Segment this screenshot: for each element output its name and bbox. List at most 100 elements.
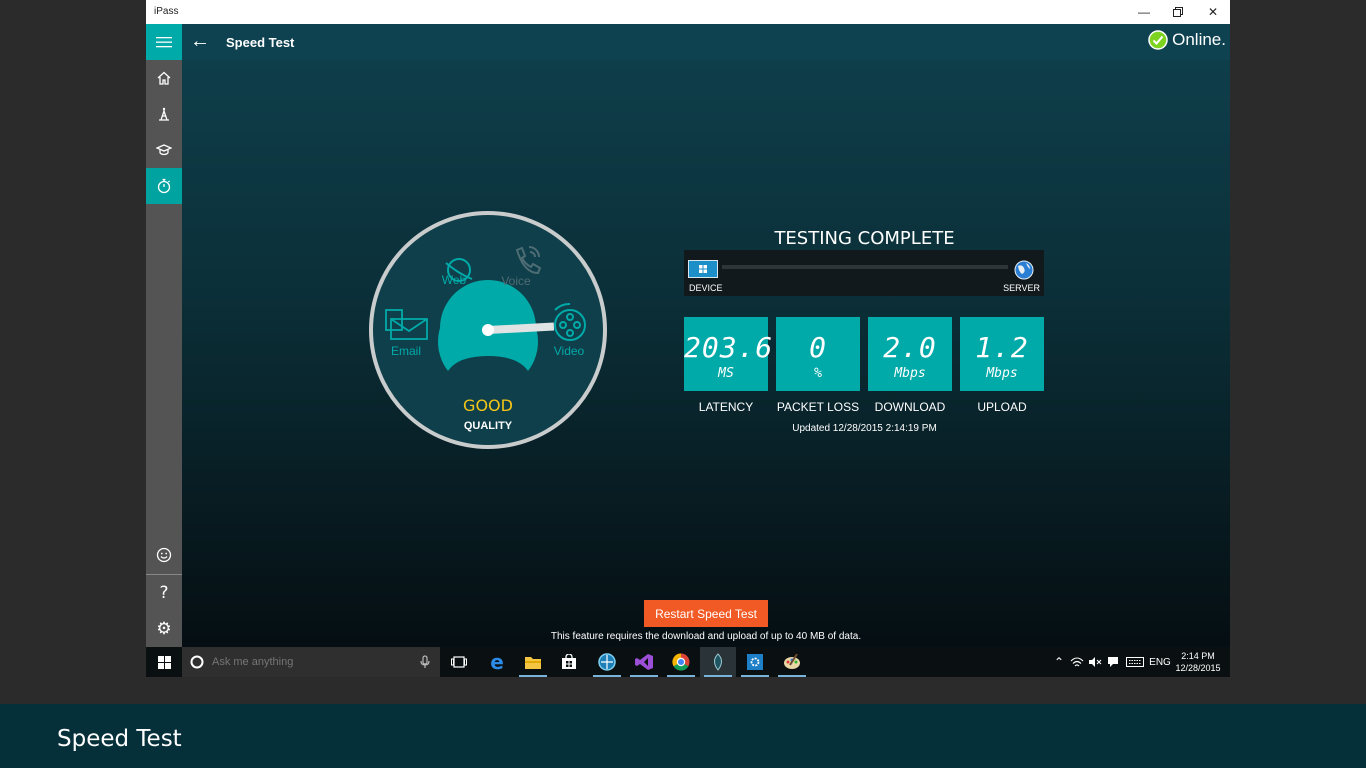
metric-tile-download: 2.0 Mbps: [868, 317, 952, 391]
gear-icon: ⚙: [156, 619, 172, 639]
touch-keyboard-button[interactable]: [1124, 647, 1146, 677]
taskbar-app-file-explorer[interactable]: [515, 647, 551, 677]
tower-icon: [159, 107, 169, 121]
taskbar-app-settings[interactable]: [737, 647, 773, 677]
cortana-circle-icon: [190, 655, 204, 669]
test-status-heading: TESTING COMPLETE: [774, 228, 955, 249]
quality-rating: GOOD: [463, 396, 513, 415]
metric-tile-latency: 203.6 MS: [684, 317, 774, 391]
metric-tile-packet-loss: 0 %: [776, 317, 860, 391]
connection-path: DEVICE SERVER: [684, 250, 1044, 296]
windows-logo-icon: [157, 655, 171, 669]
app-window: iPass — ✕ ← Speed Test Online. ? ⚙ Web V…: [146, 0, 1230, 677]
system-clock[interactable]: 2:14 PM 12/28/2015: [1172, 650, 1224, 674]
taskbar-app-edge[interactable]: e: [479, 647, 515, 677]
keyboard-icon: [1126, 657, 1144, 667]
packet-loss-label: PACKET LOSS: [776, 400, 860, 414]
visual-studio-icon: [635, 654, 653, 670]
notification-icon: [1108, 657, 1118, 667]
category-email-label: Email: [390, 344, 421, 358]
menu-button[interactable]: [146, 24, 182, 60]
category-video-label: Video: [553, 344, 585, 358]
edge-icon: e: [490, 650, 504, 674]
restore-icon: [1173, 7, 1183, 17]
close-button[interactable]: ✕: [1196, 0, 1230, 24]
upload-label: UPLOAD: [977, 400, 1027, 414]
language-text: ENG: [1149, 656, 1171, 668]
restore-button[interactable]: [1161, 0, 1195, 24]
wifi-icon: [1070, 657, 1084, 667]
network-globe-icon: [598, 653, 616, 671]
latency-unit: MS: [718, 366, 734, 381]
latency-value: 203.6: [684, 331, 774, 364]
action-center-button[interactable]: [1105, 647, 1121, 677]
window-title: iPass: [154, 6, 179, 17]
show-hidden-icons-button[interactable]: ⌃: [1051, 647, 1067, 677]
sidebar-item-learn[interactable]: [146, 132, 182, 168]
sidebar-item-help[interactable]: ?: [146, 575, 182, 611]
sidebar-item-settings[interactable]: ⚙: [146, 611, 182, 647]
search-input[interactable]: [212, 647, 412, 677]
sidebar-item-feedback[interactable]: [146, 537, 182, 573]
category-voice-label: Voice: [501, 274, 531, 288]
chrome-icon: [672, 653, 690, 671]
device-label: DEVICE: [689, 283, 723, 293]
minimize-button[interactable]: —: [1127, 0, 1161, 24]
taskbar-app-store[interactable]: [551, 647, 587, 677]
restart-speed-test-button[interactable]: Restart Speed Test: [644, 600, 768, 627]
wifi-status-button[interactable]: [1069, 647, 1085, 677]
folder-icon: [525, 657, 541, 669]
title-bar: iPass — ✕: [146, 0, 1230, 24]
metric-tile-upload: 1.2 Mbps: [960, 317, 1044, 391]
taskbar-app-chrome[interactable]: [663, 647, 699, 677]
task-view-button[interactable]: [441, 647, 477, 677]
category-web-label: Web: [441, 273, 467, 287]
caption-bar: [0, 704, 1366, 768]
chevron-up-icon: ⌃: [1053, 655, 1065, 669]
settings-gear-app-icon: [747, 654, 763, 670]
taskbar-app-network[interactable]: [589, 647, 625, 677]
server-label: SERVER: [1003, 283, 1040, 293]
paint-palette-icon: [784, 654, 800, 669]
taskbar-app-ipass[interactable]: [700, 647, 736, 677]
sidebar-item-speed-test[interactable]: [146, 168, 182, 204]
main-content: Web Voice Email Video GOOD QUALITY TESTI…: [182, 60, 1230, 647]
download-value: 2.0: [883, 331, 937, 364]
download-unit: Mbps: [894, 366, 926, 381]
input-language-button[interactable]: ENG: [1148, 647, 1172, 677]
clock-date: 12/28/2015: [1175, 663, 1221, 673]
volume-button[interactable]: [1087, 647, 1103, 677]
quality-label: QUALITY: [463, 420, 513, 432]
store-bag-icon: [562, 654, 576, 669]
quality-gauge: Web Voice Email Video GOOD QUALITY: [368, 210, 608, 450]
page-title: Speed Test: [226, 35, 295, 50]
latency-label: LATENCY: [698, 400, 754, 414]
start-button[interactable]: [146, 647, 182, 677]
download-label: DOWNLOAD: [874, 400, 946, 414]
close-icon: ✕: [1207, 5, 1219, 19]
upload-value: 1.2: [975, 331, 1029, 364]
cortana-search-box[interactable]: [182, 647, 440, 677]
taskbar-app-visual-studio[interactable]: [626, 647, 662, 677]
sidebar-item-hotspots[interactable]: [146, 96, 182, 132]
check-circle-icon: [1148, 30, 1168, 50]
microphone-icon[interactable]: [420, 655, 430, 669]
ipass-leaf-icon: [714, 653, 722, 671]
packet-loss-unit: %: [814, 366, 822, 381]
status-text: Online.: [1172, 30, 1226, 49]
connection-status: Online.: [1148, 30, 1226, 50]
updated-timestamp: Updated 12/28/2015 2:14:19 PM: [792, 423, 937, 434]
taskbar: e ⌃: [146, 647, 1230, 677]
graduation-cap-icon: [156, 144, 172, 156]
clock-time: 2:14 PM: [1181, 651, 1215, 661]
sidebar: ? ⚙: [146, 60, 182, 647]
back-button[interactable]: ←: [190, 30, 210, 53]
smiley-icon: [156, 547, 172, 563]
home-icon: [157, 71, 171, 85]
progress-track: [722, 265, 1008, 269]
speaker-muted-icon: [1089, 657, 1102, 667]
app-header: ← Speed Test Online.: [146, 24, 1230, 60]
taskbar-app-paint[interactable]: [774, 647, 810, 677]
sidebar-item-home[interactable]: [146, 60, 182, 96]
upload-unit: Mbps: [986, 366, 1018, 381]
